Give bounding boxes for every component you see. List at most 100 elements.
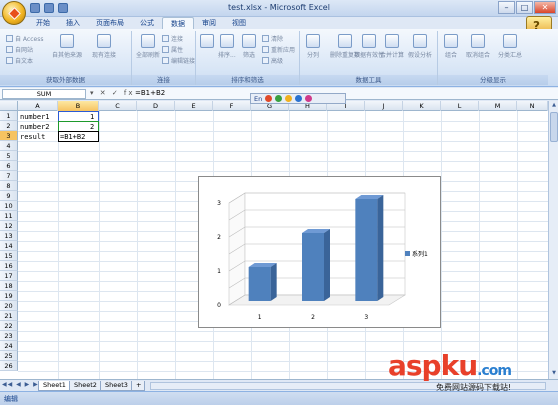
- from-other-sources-button[interactable]: 自其他来源: [52, 34, 82, 59]
- tab-review[interactable]: 审阅: [194, 17, 224, 29]
- tab-insert[interactable]: 插入: [58, 17, 88, 29]
- close-button[interactable]: ✕: [534, 1, 556, 14]
- row-header-25[interactable]: 25: [0, 351, 18, 361]
- column-header-k[interactable]: K: [403, 101, 441, 111]
- office-button[interactable]: [2, 1, 26, 25]
- row-header-7[interactable]: 7: [0, 171, 18, 181]
- existing-connections-button[interactable]: 现有连接: [92, 34, 116, 59]
- row-header-24[interactable]: 24: [0, 341, 18, 351]
- refresh-all-button[interactable]: 全部刷新: [136, 34, 160, 59]
- edit-links-button[interactable]: 编辑链接: [162, 56, 195, 65]
- what-if-button[interactable]: 假设分析: [408, 34, 432, 59]
- scroll-down-icon[interactable]: ▼: [550, 370, 558, 378]
- row-header-19[interactable]: 19: [0, 291, 18, 301]
- tab-page-layout[interactable]: 页面布局: [88, 17, 132, 29]
- tab-view[interactable]: 视图: [224, 17, 254, 29]
- clear-filter-button[interactable]: 清除: [262, 34, 283, 43]
- advanced-filter-button[interactable]: 高级: [262, 56, 283, 65]
- from-access-button[interactable]: 自 Access: [6, 34, 43, 43]
- ime-softkbd-icon[interactable]: [285, 95, 293, 102]
- row-header-13[interactable]: 13: [0, 231, 18, 241]
- connections-button[interactable]: 连接: [162, 34, 183, 43]
- reapply-button[interactable]: 重新应用: [262, 45, 295, 54]
- cell-a3[interactable]: result: [20, 132, 45, 142]
- subtotal-button[interactable]: 分类汇总: [498, 34, 522, 59]
- row-header-22[interactable]: 22: [0, 321, 18, 331]
- row-header-21[interactable]: 21: [0, 311, 18, 321]
- name-box[interactable]: SUM: [2, 89, 86, 99]
- from-text-button[interactable]: 自文本: [6, 56, 33, 65]
- ungroup-button[interactable]: 取消组合: [466, 34, 490, 59]
- row-header-16[interactable]: 16: [0, 261, 18, 271]
- sort-az-button[interactable]: [200, 34, 214, 50]
- tab-home[interactable]: 开始: [28, 17, 58, 29]
- ime-mode-icon[interactable]: [265, 95, 273, 102]
- row-header-23[interactable]: 23: [0, 331, 18, 341]
- row-header-3[interactable]: 3: [0, 131, 18, 141]
- minimize-button[interactable]: –: [498, 1, 515, 14]
- insert-sheet-button[interactable]: +: [131, 381, 145, 391]
- filter-button[interactable]: 筛选: [242, 34, 256, 59]
- row-header-14[interactable]: 14: [0, 241, 18, 251]
- sheet-tab-2[interactable]: Sheet2: [69, 381, 102, 391]
- sheet-tab-1[interactable]: Sheet1: [38, 381, 71, 391]
- ime-punct-icon[interactable]: [275, 95, 283, 102]
- watermark-suffix: .com: [477, 363, 512, 379]
- column-header-m[interactable]: M: [479, 101, 517, 111]
- row-header-26[interactable]: 26: [0, 361, 18, 371]
- cell-b2[interactable]: 2: [90, 122, 94, 132]
- column-header-l[interactable]: L: [441, 101, 479, 111]
- column-header-b[interactable]: B: [58, 101, 99, 111]
- row-header-12[interactable]: 12: [0, 221, 18, 231]
- text-to-columns-button[interactable]: 分列: [306, 34, 320, 59]
- formula-input[interactable]: =B1+B2: [135, 89, 165, 99]
- cell-a2[interactable]: number2: [20, 122, 50, 132]
- chart-bar-front: [355, 199, 378, 301]
- row-header-5[interactable]: 5: [0, 151, 18, 161]
- watermark-tagline: 免费网站源码下载站!: [436, 383, 512, 392]
- tab-formulas[interactable]: 公式: [132, 17, 162, 29]
- row-header-1[interactable]: 1: [0, 111, 18, 121]
- row-header-8[interactable]: 8: [0, 181, 18, 191]
- column-header-n[interactable]: N: [517, 101, 548, 111]
- remove-duplicates-icon: [338, 34, 352, 48]
- sheet-tab-3[interactable]: Sheet3: [100, 381, 133, 391]
- row-header-9[interactable]: 9: [0, 191, 18, 201]
- formula-bar-icons[interactable]: ▾ ✕ ✓ fx: [90, 89, 135, 97]
- column-header-c[interactable]: C: [99, 101, 137, 111]
- row-header-6[interactable]: 6: [0, 161, 18, 171]
- properties-button[interactable]: 属性: [162, 45, 183, 54]
- column-gridline: [58, 111, 59, 379]
- sort-button[interactable]: 排序...: [218, 34, 236, 59]
- column-header-f[interactable]: F: [213, 101, 251, 111]
- ime-help-icon[interactable]: [305, 95, 313, 102]
- maximize-button[interactable]: □: [516, 1, 533, 14]
- vertical-scrollbar[interactable]: ▲ ▼: [548, 101, 558, 379]
- row-header-15[interactable]: 15: [0, 251, 18, 261]
- validation-icon: [362, 34, 376, 48]
- row-header-10[interactable]: 10: [0, 201, 18, 211]
- from-web-button[interactable]: 自网站: [6, 45, 33, 54]
- row-header-4[interactable]: 4: [0, 141, 18, 151]
- ime-language[interactable]: En: [254, 95, 262, 103]
- scroll-up-icon[interactable]: ▲: [550, 102, 558, 110]
- row-header-17[interactable]: 17: [0, 271, 18, 281]
- column-header-d[interactable]: D: [137, 101, 175, 111]
- consolidate-button[interactable]: 合并计算: [380, 34, 404, 59]
- cell-a1[interactable]: number1: [20, 112, 50, 122]
- scroll-thumb[interactable]: [550, 112, 558, 142]
- cell-b3[interactable]: =B1+B2: [60, 132, 85, 142]
- row-header-20[interactable]: 20: [0, 301, 18, 311]
- group-button[interactable]: 组合: [444, 34, 458, 59]
- column-header-a[interactable]: A: [18, 101, 58, 111]
- column-header-e[interactable]: E: [175, 101, 213, 111]
- cell-b1[interactable]: 1: [90, 112, 94, 122]
- chart-object[interactable]: 0 1 2 3 1 2 3 系列1: [198, 176, 441, 328]
- row-header-18[interactable]: 18: [0, 281, 18, 291]
- row-header-2[interactable]: 2: [0, 121, 18, 131]
- column-header-j[interactable]: J: [365, 101, 403, 111]
- ime-settings-icon[interactable]: [295, 95, 303, 102]
- row-header-11[interactable]: 11: [0, 211, 18, 221]
- tab-data[interactable]: 数据: [162, 17, 194, 29]
- select-all-corner[interactable]: [0, 101, 18, 111]
